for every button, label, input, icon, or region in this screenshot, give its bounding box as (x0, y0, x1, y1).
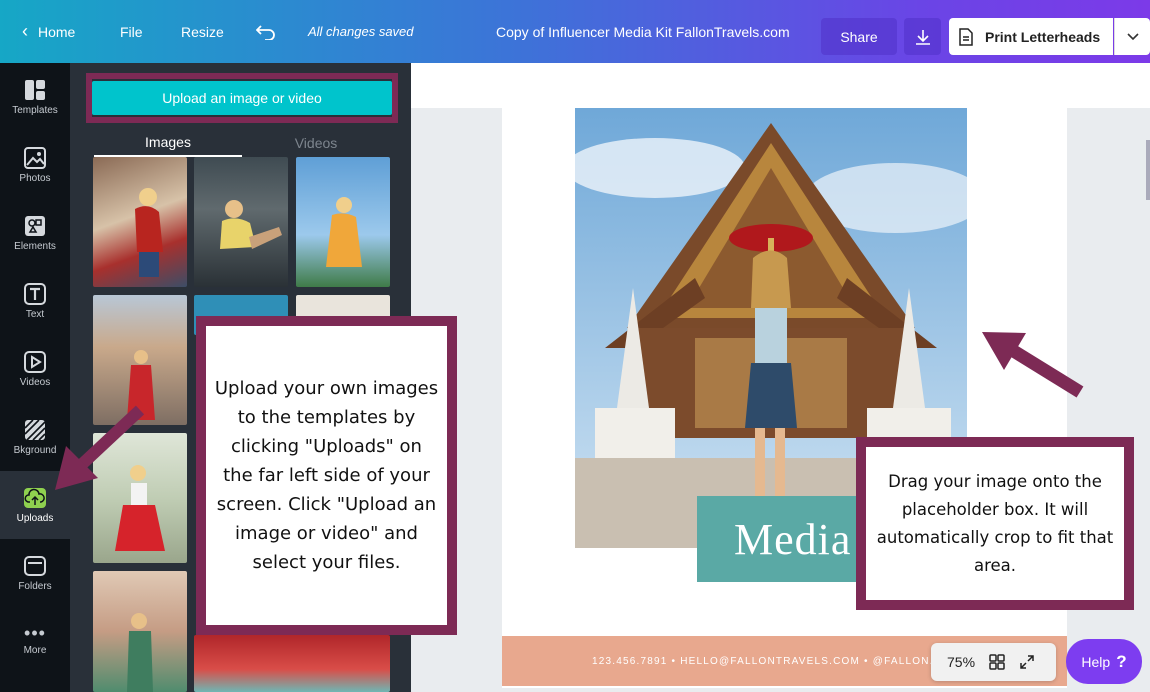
file-menu[interactable]: File (120, 0, 143, 63)
save-status: All changes saved (308, 24, 414, 39)
rail-item-elements[interactable]: Elements (0, 199, 70, 267)
rail-item-videos[interactable]: Videos (0, 335, 70, 403)
chevron-down-icon (1126, 32, 1139, 40)
upload-thumbnail[interactable] (296, 157, 390, 287)
zoom-controls: 75% (931, 643, 1056, 681)
tab-videos[interactable]: Videos (242, 129, 390, 157)
templates-icon (25, 79, 45, 100)
fullscreen-icon[interactable] (1019, 654, 1035, 670)
upload-button-highlight: Upload an image or video (86, 73, 398, 123)
resize-menu[interactable]: Resize (181, 0, 224, 63)
elements-icon (25, 215, 45, 236)
upload-image-video-button[interactable]: Upload an image or video (92, 81, 392, 115)
left-rail: Templates Photos Elements Text Videos Bk… (0, 63, 70, 692)
help-button[interactable]: Help? (1066, 639, 1142, 684)
videos-icon (24, 350, 46, 373)
media-title-box[interactable]: Media (697, 496, 882, 582)
photos-icon (24, 146, 46, 169)
grid-view-icon[interactable] (989, 654, 1005, 670)
rail-item-photos[interactable]: Photos (0, 131, 70, 199)
chevron-left-icon: ‹ (22, 21, 28, 41)
help-label: Help (1081, 653, 1111, 670)
upload-thumbnail[interactable] (194, 635, 390, 692)
uploads-icon (24, 487, 46, 508)
tab-images[interactable]: Images (94, 129, 242, 157)
document-title[interactable]: Copy of Influencer Media Kit FallonTrave… (496, 0, 790, 63)
upload-thumbnail[interactable] (93, 433, 187, 563)
zoom-level[interactable]: 75% (947, 654, 975, 670)
upload-thumbnail[interactable] (93, 295, 187, 425)
rail-item-templates[interactable]: Templates (0, 63, 70, 131)
question-mark-icon: ? (1116, 651, 1127, 671)
rail-item-uploads[interactable]: Uploads (0, 471, 70, 539)
rail-item-more[interactable]: ••• More (0, 607, 70, 675)
top-bar: ‹ Home File Resize All changes saved Cop… (0, 0, 1150, 63)
scrollbar-indicator[interactable] (1146, 140, 1150, 200)
print-letterheads-button[interactable]: Print Letterheads (949, 18, 1113, 55)
upload-thumbnail[interactable] (93, 157, 187, 287)
folders-icon (24, 555, 46, 576)
home-label: Home (38, 23, 76, 40)
home-button[interactable]: ‹ Home (12, 0, 75, 63)
rail-item-text[interactable]: Text (0, 267, 70, 335)
download-icon (915, 29, 930, 45)
drag-instruction-callout: Drag your image onto the placeholder box… (856, 437, 1134, 610)
canvas-toolbar-area (411, 63, 1150, 108)
background-icon (24, 418, 46, 441)
upload-thumbnail[interactable] (194, 157, 288, 287)
upload-thumbnail[interactable] (93, 571, 187, 692)
print-label: Print Letterheads (985, 28, 1101, 45)
rail-item-folders[interactable]: Folders (0, 539, 70, 607)
print-options-button[interactable] (1114, 18, 1150, 55)
undo-icon[interactable] (256, 0, 276, 63)
more-icon: ••• (24, 622, 46, 643)
document-icon (959, 27, 973, 46)
share-button[interactable]: Share (821, 18, 897, 55)
download-button[interactable] (904, 18, 941, 55)
rail-item-background[interactable]: Bkground (0, 403, 70, 471)
text-icon (24, 282, 46, 305)
uploads-instruction-callout: Upload your own images to the templates … (196, 316, 457, 635)
